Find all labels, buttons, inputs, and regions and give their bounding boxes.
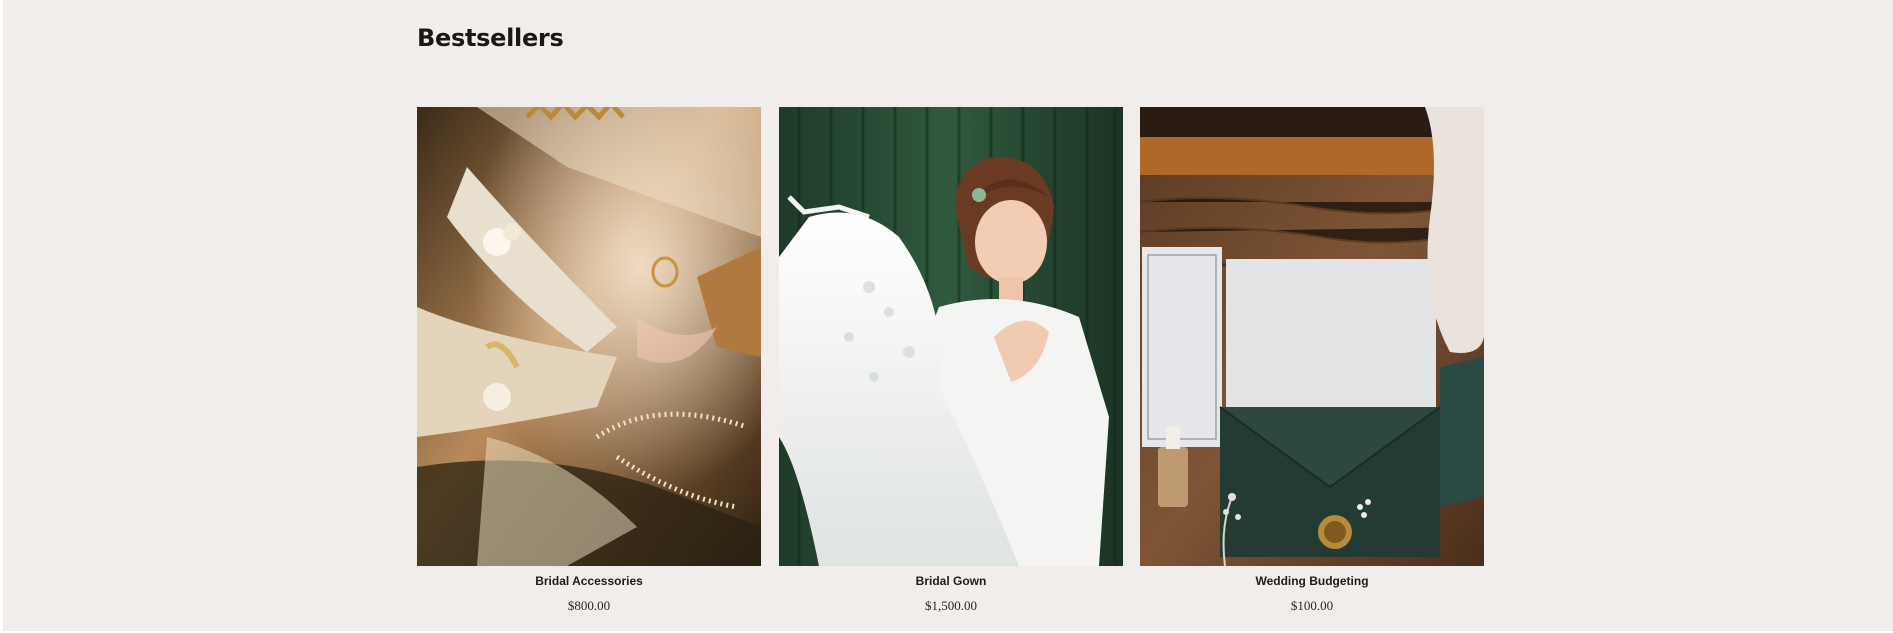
page-edge: [0, 0, 3, 633]
product-image-wedding-budgeting[interactable]: [1140, 107, 1484, 566]
product-card-bridal-accessories[interactable]: Bridal Accessories $800.00: [417, 107, 761, 627]
product-price: $800.00: [567, 598, 611, 613]
product-grid: Bridal Accessories $800.00 Bridal Gown $…: [417, 107, 1485, 627]
product-image-bridal-accessories[interactable]: [417, 107, 761, 566]
product-name[interactable]: Bridal Gown: [779, 574, 1123, 588]
section-title: Bestsellers: [417, 24, 564, 52]
wedding-budgeting-photo: [1140, 107, 1484, 566]
bridal-gown-photo: [779, 107, 1123, 566]
product-card-bridal-gown[interactable]: Bridal Gown $1,500.00: [779, 107, 1123, 627]
bridal-accessories-photo: [417, 107, 761, 566]
product-name[interactable]: Wedding Budgeting: [1140, 574, 1484, 588]
product-image-bridal-gown[interactable]: [779, 107, 1123, 566]
product-name[interactable]: Bridal Accessories: [417, 574, 761, 588]
product-card-wedding-budgeting[interactable]: Wedding Budgeting $100.00: [1140, 107, 1484, 627]
product-price: $100.00: [1290, 598, 1334, 613]
bestsellers-section: Bestsellers Bridal Accessories $800.00 B…: [417, 0, 1485, 633]
product-price: $1,500.00: [925, 598, 977, 613]
